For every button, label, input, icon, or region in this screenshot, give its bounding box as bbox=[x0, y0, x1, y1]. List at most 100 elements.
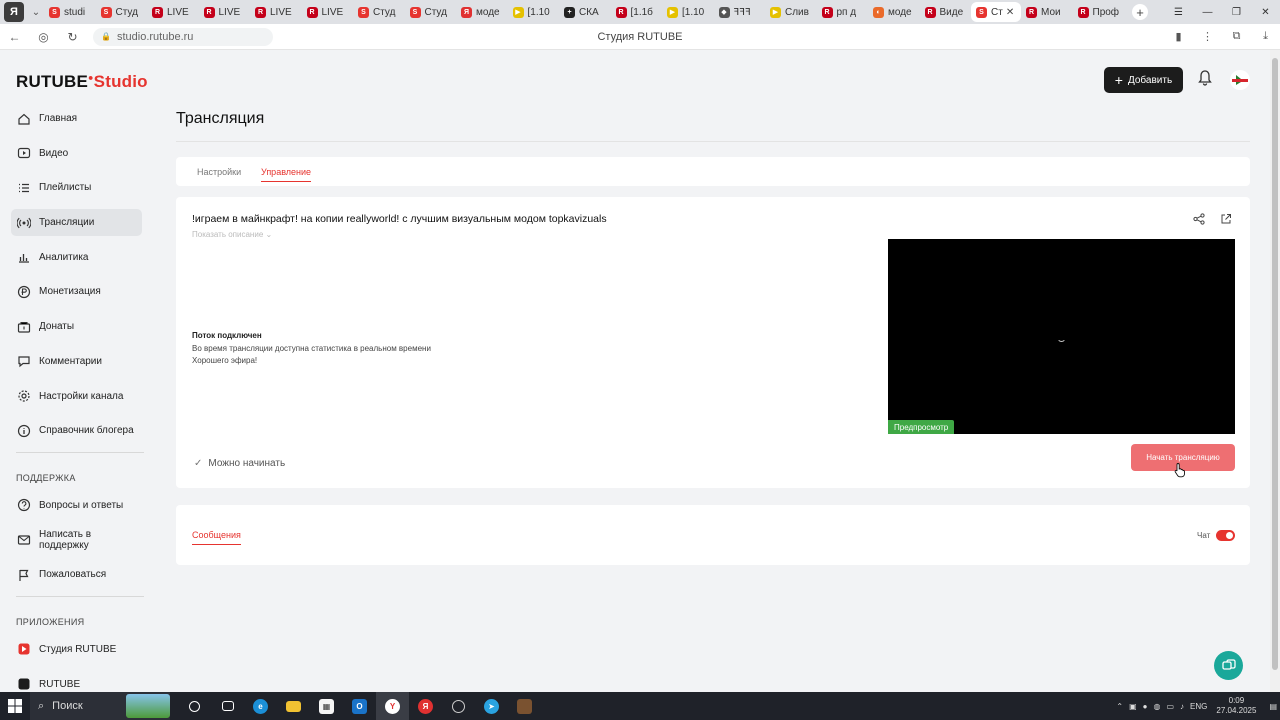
sidebar-item-home[interactable]: Главная bbox=[11, 105, 142, 132]
collections-icon[interactable]: ⧉ bbox=[1222, 30, 1251, 43]
maximize-icon[interactable]: ❐ bbox=[1222, 7, 1251, 18]
edge-icon[interactable]: e bbox=[244, 692, 277, 720]
browser-tab[interactable]: ▶ [1.10 bbox=[662, 2, 714, 22]
browser-tab[interactable]: R LIVE bbox=[302, 2, 354, 22]
sidebar-item-analytics[interactable]: Аналитика bbox=[11, 244, 142, 271]
sidebar-item-studio-app[interactable]: Студия RUTUBE bbox=[11, 636, 142, 663]
browser-tab[interactable]: ▶ [1.10 bbox=[508, 2, 560, 22]
browser-tab[interactable]: S Ст ✕ bbox=[971, 2, 1021, 22]
telegram-icon[interactable]: ➤ bbox=[475, 692, 508, 720]
windows-start-icon[interactable] bbox=[0, 692, 30, 720]
sidebar-item-donate[interactable]: Донаты bbox=[11, 313, 142, 340]
browser-tab[interactable]: ◐ моде bbox=[868, 2, 920, 22]
new-tab-button[interactable]: + bbox=[1132, 4, 1148, 20]
rutube-studio-logo[interactable]: RUTUBE●Studio bbox=[16, 72, 148, 92]
sidebar-item-video[interactable]: Видео bbox=[11, 140, 142, 167]
comments-icon bbox=[17, 354, 31, 368]
tab-favicon-icon: ▶ bbox=[512, 6, 524, 18]
open-external-icon[interactable] bbox=[1220, 213, 1232, 228]
notifications-bell-icon[interactable] bbox=[1196, 70, 1214, 90]
sidebar-item-broadcast[interactable]: Трансляции bbox=[11, 209, 142, 237]
tray-app-icon[interactable]: ● bbox=[1143, 702, 1148, 711]
chat-toggle[interactable] bbox=[1216, 530, 1235, 541]
stream-preview[interactable]: Предпросмотр bbox=[888, 239, 1235, 434]
reload-icon[interactable]: ↻ bbox=[58, 30, 87, 44]
volume-icon[interactable]: ♪ bbox=[1180, 702, 1184, 711]
tab-label: Проф bbox=[1092, 6, 1120, 18]
minecraft-icon[interactable] bbox=[508, 692, 541, 720]
tab-settings[interactable]: Настройки bbox=[197, 167, 241, 177]
sidebar-item-monetization[interactable]: Монетизация bbox=[11, 278, 142, 305]
browser-menu-icon[interactable]: Я bbox=[4, 2, 24, 22]
sidebar-item-playlist[interactable]: Плейлисты bbox=[11, 174, 142, 201]
notifications-icon[interactable]: ▤ bbox=[1269, 702, 1277, 711]
help-chat-button[interactable] bbox=[1214, 651, 1243, 680]
browser-tab[interactable]: + СКА bbox=[559, 2, 611, 22]
yandex-browser-icon[interactable]: Y bbox=[376, 692, 409, 720]
bookmark-icon[interactable]: ▮ bbox=[1164, 30, 1193, 43]
sidebar-item-info[interactable]: Справочник блогера bbox=[11, 417, 142, 444]
task-view-icon[interactable] bbox=[211, 692, 244, 720]
tab-favicon-icon: ◐ bbox=[873, 6, 884, 18]
sidebar-item-settings[interactable]: Настройки канала bbox=[11, 383, 142, 410]
tab-favicon-icon: R bbox=[1026, 6, 1037, 18]
browser-tab[interactable]: Sstudi bbox=[44, 2, 96, 22]
scrollbar-thumb[interactable] bbox=[1272, 58, 1278, 670]
add-button[interactable]: + Добавить bbox=[1104, 67, 1183, 93]
taskbar-search[interactable]: ⌕ Поиск bbox=[30, 692, 170, 720]
sidebar-item-question[interactable]: Вопросы и ответы bbox=[11, 492, 142, 519]
sidebar-item-label: Комментарии bbox=[39, 355, 102, 367]
browser-tab[interactable]: S Студ bbox=[353, 2, 405, 22]
sidebar-item-flag[interactable]: Пожаловаться bbox=[11, 561, 142, 588]
browser-tab[interactable]: R LIVE bbox=[199, 2, 251, 22]
tray-app-icon[interactable]: ◍ bbox=[1154, 702, 1161, 711]
share-icon[interactable] bbox=[1193, 213, 1205, 228]
analytics-icon bbox=[17, 250, 31, 264]
app-icon[interactable] bbox=[442, 692, 475, 720]
browser-tab[interactable]: R LIVE bbox=[250, 2, 302, 22]
stream-title: !играем в майнкрафт! на копии reallyworl… bbox=[192, 213, 607, 225]
browser-tab[interactable]: R Проф bbox=[1073, 2, 1125, 22]
back-icon[interactable]: ← bbox=[0, 30, 29, 44]
browser-tab[interactable]: ▶ Слив bbox=[765, 2, 817, 22]
page-scrollbar[interactable] bbox=[1270, 50, 1280, 692]
store-icon[interactable]: ▦ bbox=[310, 692, 343, 720]
url-field[interactable]: 🔒 studio.rutube.ru bbox=[93, 27, 273, 46]
cortana-icon[interactable] bbox=[178, 692, 211, 720]
browser-tab[interactable]: R [1.1б bbox=[611, 2, 663, 22]
browser-tab[interactable]: Rрп д bbox=[817, 2, 869, 22]
tab-list-icon[interactable]: ☰ bbox=[1164, 7, 1193, 18]
browser-tab[interactable]: R Мои bbox=[1021, 2, 1073, 22]
sidebar-item-comments[interactable]: Комментарии bbox=[11, 348, 142, 375]
user-avatar[interactable] bbox=[1230, 70, 1250, 90]
playlist-icon bbox=[17, 181, 31, 195]
minimize-icon[interactable]: — bbox=[1193, 7, 1222, 18]
outlook-icon[interactable]: O bbox=[343, 692, 376, 720]
tray-app-icon[interactable]: ▣ bbox=[1129, 702, 1137, 711]
tab-messages[interactable]: Сообщения bbox=[192, 530, 241, 545]
yandex-icon[interactable]: Я bbox=[409, 692, 442, 720]
sidebar-item-mail[interactable]: Написать в поддержку bbox=[11, 527, 142, 554]
tabs-dropdown-icon[interactable]: ⌄ bbox=[28, 7, 44, 18]
browser-tab[interactable]: ◆ ꟻꟻꟻ bbox=[714, 2, 766, 22]
tab-label: моде bbox=[888, 6, 912, 18]
browser-tab[interactable]: Ямоде bbox=[456, 2, 508, 22]
tab-management[interactable]: Управление bbox=[261, 167, 312, 182]
close-tab-icon[interactable]: ✕ bbox=[1006, 7, 1014, 18]
download-icon[interactable]: ⤓ bbox=[1251, 30, 1280, 43]
file-explorer-icon[interactable] bbox=[277, 692, 310, 720]
browser-tab[interactable]: S Студ bbox=[96, 2, 148, 22]
tray-chevron-icon[interactable]: ⌃ bbox=[1116, 702, 1123, 711]
more-icon[interactable]: ⋮ bbox=[1193, 30, 1222, 43]
browser-tab[interactable]: R LIVE bbox=[147, 2, 199, 22]
tab-label: Ст bbox=[991, 6, 1003, 18]
clock[interactable]: 0:09 27.04.2025 bbox=[1216, 696, 1256, 716]
show-description-link[interactable]: Показать описание ⌄ bbox=[192, 230, 272, 239]
close-window-icon[interactable]: ✕ bbox=[1251, 7, 1280, 18]
language-indicator[interactable]: ENG bbox=[1190, 702, 1207, 711]
network-icon[interactable]: ▭ bbox=[1166, 702, 1174, 711]
browser-tab[interactable]: S Студ bbox=[405, 2, 457, 22]
tab-label: LIVE bbox=[270, 6, 292, 18]
browser-tab[interactable]: R Виде bbox=[920, 2, 972, 22]
protect-icon[interactable]: ◎ bbox=[29, 30, 58, 44]
